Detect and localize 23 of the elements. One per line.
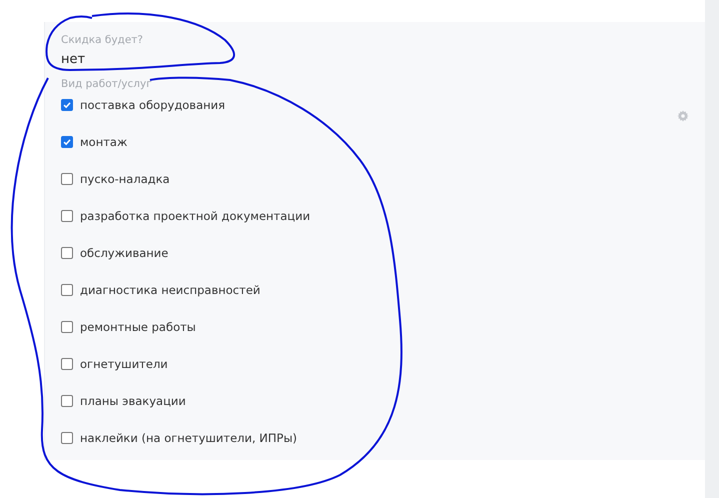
checkbox-label: обслуживание [80,246,168,260]
checkbox[interactable] [61,173,73,185]
field-value: нет [61,52,86,67]
checkbox-label: ремонтные работы [80,320,196,334]
checkbox-label: планы эвакуации [80,394,186,408]
checkbox[interactable] [61,321,73,333]
checkbox[interactable] [61,136,73,148]
checkbox[interactable] [61,284,73,296]
checkbox-label: поставка оборудования [80,98,226,112]
field-label: Скидка будет? [61,34,143,46]
checkbox-label: диагностика неисправностей [80,283,260,297]
checkbox[interactable] [61,247,73,259]
checkbox[interactable] [61,99,73,111]
checkbox[interactable] [61,432,73,444]
checkbox-label: огнетушители [80,357,168,371]
checkbox-label: наклейки (на огнетушители, ИПРы) [80,431,298,445]
checkbox-label: разработка проектной документации [80,209,310,223]
checkbox[interactable] [61,210,73,222]
checkbox[interactable] [61,395,73,407]
checkbox-label: пуско-наладка [80,172,170,186]
checkbox-label: монтаж [80,135,128,149]
field-label: Вид работ/услуг [61,78,152,90]
checkbox[interactable] [61,358,73,370]
